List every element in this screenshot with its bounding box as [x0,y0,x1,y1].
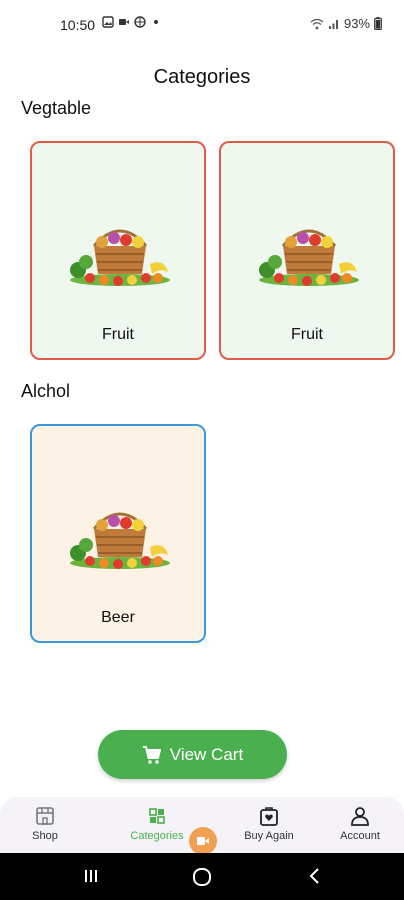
gallery-icon [102,16,114,28]
page-title: Categories [153,66,251,88]
battery-icon [374,17,382,30]
nav-categories-label: Categories [130,830,184,842]
nav-shop-label: Shop [32,830,58,842]
screen-recorder-icon[interactable] [189,827,217,855]
home-icon[interactable] [192,867,212,887]
notification-icons [102,16,162,28]
nav-categories[interactable]: Categories [117,805,197,842]
video-record-icon [197,837,209,845]
fruit-basket-image [259,229,359,286]
nav-account[interactable]: Account [320,805,400,842]
back-icon[interactable] [306,867,324,885]
person-icon [351,807,369,826]
category-card[interactable]: Fruit [219,141,395,360]
nav-buy-again[interactable]: Buy Again [229,805,309,842]
view-cart-label: View Cart [169,744,244,764]
wifi-icon [310,18,324,29]
nav-shop[interactable]: Shop [5,805,85,842]
category-label: Beer [101,609,135,626]
grid-icon [149,808,165,824]
signal-icon [328,19,338,29]
cart-icon [142,745,161,764]
dot-icon [154,20,158,24]
status-time: 10:50 [60,17,96,33]
battery-percent: 93% [343,16,370,31]
category-card[interactable]: Fruit [30,141,206,360]
shopping-bag-heart-icon [260,807,278,826]
fruit-basket-image [70,512,170,569]
section-title-vegtable: Vegtable [21,98,92,118]
nav-buy-again-label: Buy Again [244,830,294,842]
view-cart-button[interactable]: View Cart [98,730,287,779]
section-title-alchol: Alchol [21,381,71,401]
nav-account-label: Account [340,830,380,842]
category-label: Fruit [102,326,134,343]
status-bar: 10:50 93% [0,0,404,50]
status-right: 93% [310,16,382,31]
system-nav-bar [0,853,404,900]
globe-icon [134,16,146,28]
recent-apps-icon[interactable] [82,867,100,885]
store-icon [36,807,54,825]
fruit-basket-image [70,229,170,286]
category-label: Fruit [291,326,323,343]
category-card[interactable]: Beer [30,424,206,643]
video-icon [119,19,129,25]
